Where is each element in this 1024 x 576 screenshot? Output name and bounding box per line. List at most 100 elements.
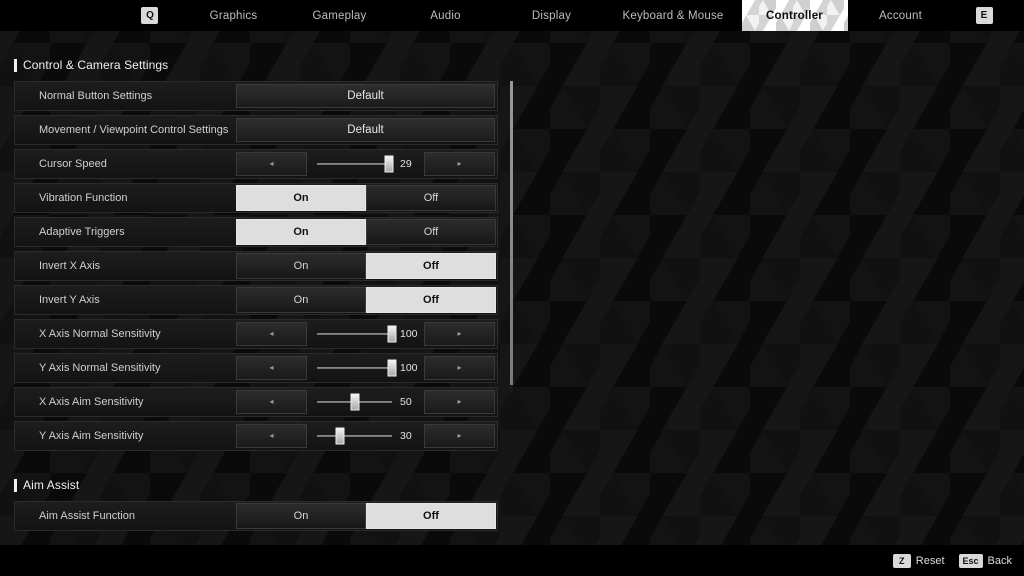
slider-thumb[interactable] [387, 359, 397, 377]
row-cursor-speed[interactable]: Cursor Speed ◂ 29 ▸ [14, 149, 498, 179]
section-accent-bar [14, 478, 17, 492]
chevron-left-icon: ◂ [269, 363, 274, 372]
slider[interactable]: 30 [307, 422, 424, 450]
hint-back[interactable]: Esc Back [958, 553, 1012, 568]
slider[interactable]: 50 [307, 388, 424, 416]
tab-gameplay[interactable]: Gameplay [286, 0, 392, 31]
row-label: Y Axis Normal Sensitivity [39, 362, 161, 374]
top-navigation-bar: Q Graphics Gameplay Audio Display Keyboa… [0, 0, 1024, 31]
row-control: On Off [236, 184, 497, 212]
row-movement-viewpoint-control-settings[interactable]: Movement / Viewpoint Control Settings De… [14, 115, 498, 145]
decrement-button[interactable]: ◂ [236, 390, 307, 414]
toggle-option-on[interactable]: On [236, 185, 366, 211]
slider[interactable]: 29 [307, 150, 424, 178]
row-control: On Off [236, 252, 497, 280]
back-label: Back [987, 554, 1012, 567]
scrollbar-thumb[interactable] [510, 81, 513, 385]
tab-display[interactable]: Display [498, 0, 604, 31]
section-accent-bar [14, 58, 17, 72]
toggle-group: On Off [236, 185, 496, 211]
decrement-button[interactable]: ◂ [236, 322, 307, 346]
toggle-option-on[interactable]: On [236, 287, 366, 313]
settings-screen: Q Graphics Gameplay Audio Display Keyboa… [0, 0, 1024, 576]
value-button[interactable]: Default [236, 84, 495, 108]
value-button[interactable]: Default [236, 118, 495, 142]
row-label: Invert Y Axis [39, 294, 100, 306]
row-invert-y-axis[interactable]: Invert Y Axis On Off [14, 285, 498, 315]
tab-graphics-label: Graphics [209, 9, 258, 22]
tab-display-label: Display [531, 9, 572, 22]
footer-hint-bar: Z Reset Esc Back [0, 545, 1024, 576]
row-y-axis-aim-sensitivity[interactable]: Y Axis Aim Sensitivity ◂ 30 ▸ [14, 421, 498, 451]
slider[interactable]: 100 [307, 354, 424, 382]
slider-thumb[interactable] [350, 393, 359, 411]
chevron-right-icon: ▸ [457, 397, 462, 406]
toggle-group: On Off [236, 287, 496, 313]
row-control: Default [236, 116, 497, 144]
tab-keyboard-mouse-label: Keyboard & Mouse [622, 9, 724, 22]
toggle-option-off[interactable]: Off [366, 253, 496, 279]
row-control: On Off [236, 502, 497, 530]
toggle-option-on[interactable]: On [236, 219, 366, 245]
row-control: On Off [236, 218, 497, 246]
row-vibration-function[interactable]: Vibration Function On Off [14, 183, 498, 213]
decrement-button[interactable]: ◂ [236, 356, 307, 380]
row-y-axis-normal-sensitivity[interactable]: Y Axis Normal Sensitivity ◂ 100 ▸ [14, 353, 498, 383]
row-label: Normal Button Settings [39, 90, 153, 102]
row-control: On Off [236, 286, 497, 314]
row-label: Vibration Function [39, 192, 128, 204]
slider[interactable]: 100 [307, 320, 424, 348]
toggle-option-off[interactable]: Off [366, 185, 496, 211]
increment-button[interactable]: ▸ [424, 322, 495, 346]
increment-button[interactable]: ▸ [424, 356, 495, 380]
toggle-option-off[interactable]: Off [366, 219, 496, 245]
row-adaptive-triggers[interactable]: Adaptive Triggers On Off [14, 217, 498, 247]
row-control: ◂ 100 ▸ [236, 354, 497, 382]
toggle-option-on[interactable]: On [236, 503, 366, 529]
row-control: ◂ 50 ▸ [236, 388, 497, 416]
tab-keyboard-mouse[interactable]: Keyboard & Mouse [604, 0, 741, 31]
decrement-button[interactable]: ◂ [236, 152, 307, 176]
decrement-button[interactable]: ◂ [236, 424, 307, 448]
tab-audio-label: Audio [430, 9, 461, 22]
nav-left-spacer [31, 0, 141, 31]
nav-gap [158, 0, 180, 31]
row-aim-assist-function[interactable]: Aim Assist Function On Off [14, 501, 498, 531]
prev-tab-key-icon[interactable]: Q [141, 7, 159, 24]
row-control: Default [236, 82, 497, 110]
next-tab-key-icon[interactable]: E [975, 7, 993, 24]
toggle-option-off[interactable]: Off [366, 503, 496, 529]
chevron-left-icon: ◂ [269, 159, 274, 168]
increment-button[interactable]: ▸ [424, 390, 495, 414]
slider-value: 29 [400, 158, 412, 170]
increment-button[interactable]: ▸ [424, 424, 495, 448]
tab-controller[interactable]: Controller [742, 0, 848, 31]
tab-account[interactable]: Account [848, 0, 954, 31]
row-label: Cursor Speed [39, 158, 107, 170]
toggle-option-on[interactable]: On [236, 253, 366, 279]
tab-account-label: Account [879, 9, 922, 22]
row-control: ◂ 29 ▸ [236, 150, 497, 178]
row-control: ◂ 100 ▸ [236, 320, 497, 348]
reset-key-icon: Z [892, 553, 911, 568]
nav-gap [954, 0, 976, 31]
settings-list-aim-assist: Aim Assist Function On Off [14, 501, 498, 531]
toggle-option-off[interactable]: Off [366, 287, 496, 313]
row-invert-x-axis[interactable]: Invert X Axis On Off [14, 251, 498, 281]
slider-thumb[interactable] [384, 155, 394, 173]
row-normal-button-settings[interactable]: Normal Button Settings Default [14, 81, 498, 111]
row-x-axis-aim-sensitivity[interactable]: X Axis Aim Sensitivity ◂ 50 ▸ [14, 387, 498, 417]
row-control: ◂ 30 ▸ [236, 422, 497, 450]
row-label: Aim Assist Function [39, 510, 135, 522]
tab-audio[interactable]: Audio [392, 0, 498, 31]
hint-reset[interactable]: Z Reset [892, 553, 945, 568]
slider-thumb[interactable] [387, 325, 397, 343]
increment-button[interactable]: ▸ [424, 152, 495, 176]
row-x-axis-normal-sensitivity[interactable]: X Axis Normal Sensitivity ◂ 100 ▸ [14, 319, 498, 349]
section-title: Control & Camera Settings [23, 58, 169, 72]
tab-graphics[interactable]: Graphics [180, 0, 286, 31]
settings-tab-strip: Q Graphics Gameplay Audio Display Keyboa… [0, 0, 1024, 31]
chevron-right-icon: ▸ [457, 329, 462, 338]
slider-thumb[interactable] [335, 427, 344, 445]
row-label: Adaptive Triggers [39, 226, 125, 238]
